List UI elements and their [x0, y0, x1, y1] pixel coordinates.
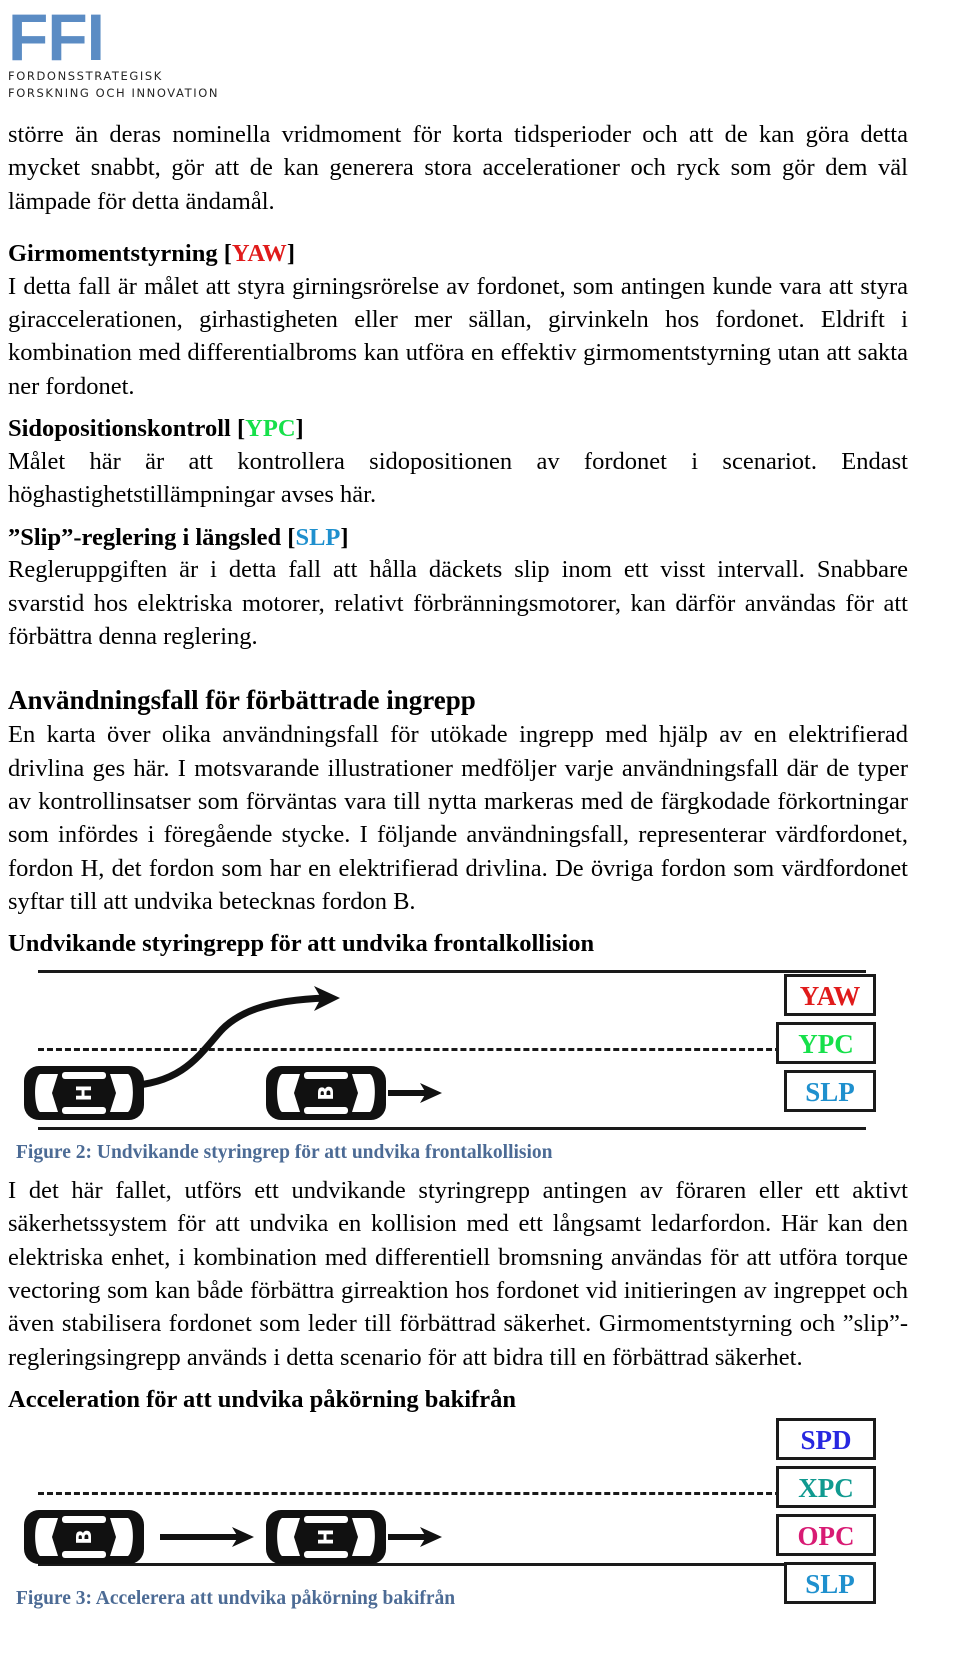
figure2-heading: Undvikande styringrepp för att undvika f… [8, 930, 595, 958]
badge-slp[interactable]: SLP [784, 1070, 876, 1113]
heading-ypc: Sidopositionskontroll [YPC] [8, 413, 908, 445]
figure-3: B H SPD XPC OPC SLP Figure 3: Accelerera… [8, 1416, 908, 1610]
document-content: större än deras nominella vridmoment för… [8, 118, 908, 1610]
tag-ypc: YPC [245, 415, 296, 443]
figure3-heading: Acceleration för att undvika påkörning b… [8, 1385, 516, 1413]
vehicle-h-direction-arrow [388, 1526, 442, 1547]
bracket-open: [ [223, 239, 232, 267]
bracket-close: ] [340, 523, 349, 551]
figure2-badge-column: YAW YPC SLP [770, 974, 878, 1118]
car-label-b: B [314, 1085, 338, 1100]
lane-divider-dashed [38, 1491, 808, 1495]
vehicle-b-direction-arrow [388, 1083, 442, 1104]
car-host-h: H [264, 1508, 386, 1564]
car-label-h: H [314, 1528, 338, 1545]
badge-yaw[interactable]: YAW [784, 974, 876, 1017]
car-label-h: H [72, 1085, 96, 1102]
ffi-logo-mark: FFI [8, 0, 105, 74]
car-host-h: H [22, 1064, 144, 1121]
ffi-logo-tagline-1: FORDONSSTRATEGISK [8, 69, 163, 83]
bracket-close: ] [286, 239, 295, 267]
badge-slp[interactable]: SLP [784, 1561, 876, 1604]
badge-ypc[interactable]: YPC [776, 1022, 876, 1065]
heading-slp: ”Slip”-reglering i längsled [SLP] [8, 522, 908, 554]
ffi-logo-tagline-2: FORSKNING OCH INNOVATION [8, 85, 220, 100]
car-other-b: B [22, 1508, 144, 1564]
heading-yaw-text: Girmomentstyrning [8, 239, 218, 267]
car-label-b: B [72, 1529, 96, 1544]
document-page: FFI FORDONSSTRATEGISK FORSKNING OCH INNO… [0, 0, 960, 1677]
heading-ypc-text: Sidopositionskontroll [8, 415, 231, 443]
road-boundary-bottom [38, 1562, 866, 1566]
yaw-paragraph: I detta fall är målet att styra girnings… [8, 272, 908, 400]
heading-slp-text: ”Slip”-reglering i längsled [8, 523, 282, 551]
badge-opc[interactable]: OPC [776, 1513, 876, 1556]
tag-yaw: YAW [231, 239, 287, 267]
usecase-paragraph: En karta över olika användningsfall för … [8, 721, 908, 915]
road-boundary-top [38, 970, 866, 974]
badge-spd[interactable]: SPD [776, 1417, 876, 1460]
gap-direction-arrow [160, 1526, 254, 1547]
car-other-b: B [264, 1064, 386, 1121]
ypc-paragraph: Målet här är att kontrollera sidopositio… [8, 447, 908, 509]
tag-slp: SLP [295, 523, 341, 551]
bracket-open: [ [236, 415, 246, 443]
bracket-close: ] [295, 415, 304, 443]
section-heading-usecases: Användningsfall för förbättrade ingrepp [8, 685, 476, 716]
figure2-caption: Figure 2: Undvikande styringrep för att … [16, 1142, 553, 1164]
figure2-description: I det här fallet, utförs ett undvikande … [8, 1177, 908, 1371]
heading-yaw: Girmomentstyrning [YAW] [8, 238, 908, 270]
road-boundary-bottom [38, 1127, 866, 1131]
figure2-canvas: H B YAW YPC SLP [8, 960, 908, 1138]
ffi-logo: FFI FORDONSSTRATEGISK FORSKNING OCH INNO… [8, 0, 328, 101]
figure3-badge-column: SPD XPC OPC SLP [770, 1417, 878, 1610]
slp-paragraph: Regleruppgiften är i detta fall att håll… [8, 556, 908, 650]
figure3-canvas: B H SPD XPC OPC SLP [8, 1416, 908, 1604]
figure-2: H B YAW YPC SLP Figure 2: Undvikande sty… [8, 960, 908, 1164]
intro-paragraph: större än deras nominella vridmoment för… [8, 121, 908, 215]
badge-xpc[interactable]: XPC [776, 1465, 876, 1508]
